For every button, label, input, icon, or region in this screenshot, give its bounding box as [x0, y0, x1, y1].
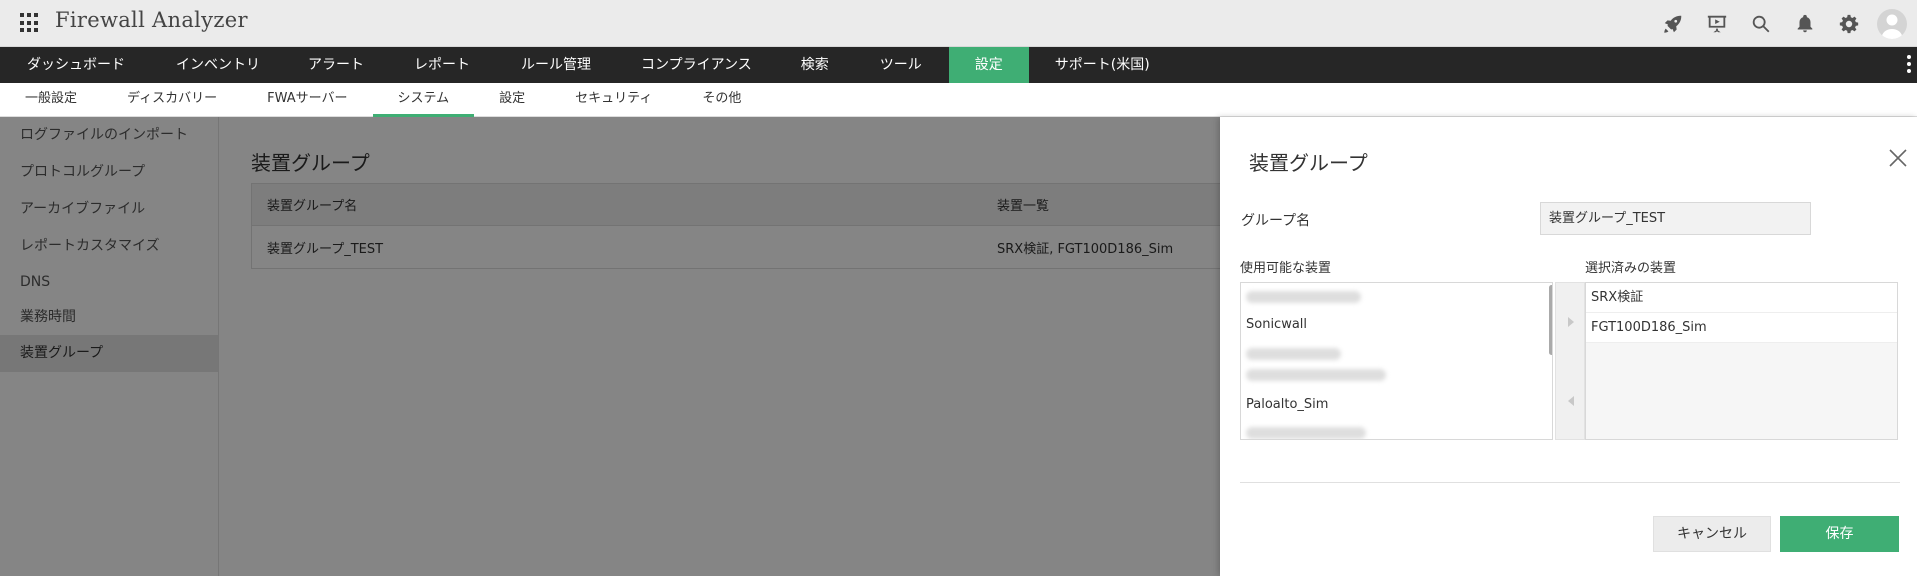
tab-general-settings[interactable]: 一般設定 — [0, 83, 102, 117]
app-grid-icon[interactable] — [20, 13, 40, 33]
nav-inventory[interactable]: インベントリ — [152, 47, 284, 83]
scrollbar[interactable] — [1549, 285, 1552, 355]
tab-other[interactable]: その他 — [677, 83, 766, 117]
nav-support[interactable]: サポート(米国) — [1029, 47, 1176, 83]
nav-tools[interactable]: ツール — [853, 47, 949, 83]
move-buttons — [1555, 282, 1585, 440]
nav-compliance[interactable]: コンプライアンス — [616, 47, 777, 83]
tab-discovery[interactable]: ディスカバリー — [102, 83, 242, 117]
app-title: Firewall Analyzer — [55, 8, 248, 32]
nav-search[interactable]: 検索 — [777, 47, 853, 83]
main-nav: ダッシュボード インベントリ アラート レポート ルール管理 コンプライアンス … — [0, 47, 1917, 83]
tab-security[interactable]: セキュリティ — [550, 83, 677, 117]
list-item[interactable]: SRX検証 — [1586, 283, 1897, 313]
sub-nav: 一般設定 ディスカバリー FWAサーバー システム 設定 セキュリティ その他 — [0, 83, 1917, 117]
nav-alert[interactable]: アラート — [284, 47, 388, 83]
more-menu-icon[interactable] — [1907, 55, 1911, 76]
gear-icon[interactable] — [1827, 0, 1871, 47]
available-devices-label: 使用可能な装置 — [1240, 261, 1332, 276]
device-group-panel: 装置グループ グループ名 装置グループ_TEST 使用可能な装置 選択済みの装置… — [1220, 117, 1917, 576]
list-item[interactable]: Sonicwall — [1241, 311, 1552, 339]
rocket-icon[interactable] — [1651, 0, 1695, 47]
presentation-icon[interactable] — [1695, 0, 1739, 47]
modal-backdrop[interactable] — [0, 117, 1220, 576]
available-devices-list[interactable]: Sonicwall Paloalto_Sim — [1240, 282, 1553, 440]
group-name-field[interactable]: 装置グループ_TEST — [1540, 202, 1811, 235]
selected-devices-list[interactable]: SRX検証 FGT100D186_Sim — [1585, 282, 1898, 440]
nav-dashboard[interactable]: ダッシュボード — [0, 47, 152, 83]
cancel-button[interactable]: キャンセル — [1653, 516, 1771, 552]
tab-fwa-server[interactable]: FWAサーバー — [242, 83, 372, 117]
nav-settings[interactable]: 設定 — [948, 47, 1029, 83]
list-item[interactable] — [1241, 419, 1552, 439]
move-left-icon[interactable] — [1565, 395, 1577, 407]
list-item[interactable] — [1241, 283, 1552, 311]
nav-rule-management[interactable]: ルール管理 — [496, 47, 616, 83]
group-name-label: グループ名 — [1241, 213, 1311, 229]
close-icon[interactable] — [1887, 147, 1909, 169]
top-header: Firewall Analyzer — [0, 0, 1917, 47]
list-item[interactable]: FGT100D186_Sim — [1586, 313, 1897, 343]
tab-system[interactable]: システム — [372, 83, 475, 117]
move-right-icon[interactable] — [1565, 316, 1577, 328]
divider — [1240, 482, 1900, 483]
search-icon[interactable] — [1739, 0, 1783, 47]
tab-settings[interactable]: 設定 — [474, 83, 550, 117]
list-item[interactable] — [1241, 339, 1552, 391]
save-button[interactable]: 保存 — [1780, 516, 1899, 552]
user-avatar-icon[interactable] — [1877, 8, 1907, 39]
bell-icon[interactable] — [1783, 0, 1827, 47]
panel-title: 装置グループ — [1249, 151, 1368, 175]
nav-report[interactable]: レポート — [388, 47, 496, 83]
list-item[interactable]: Paloalto_Sim — [1241, 391, 1552, 419]
selected-devices-label: 選択済みの装置 — [1585, 261, 1677, 276]
header-icons — [1651, 0, 1917, 47]
